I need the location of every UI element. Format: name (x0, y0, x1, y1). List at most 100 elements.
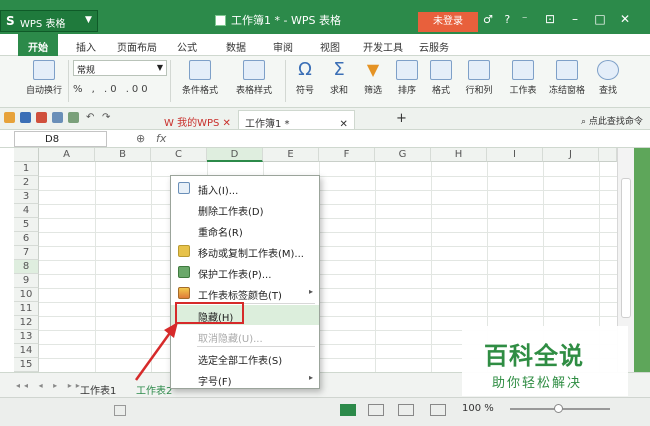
row-header[interactable]: 6 (14, 232, 39, 246)
name-box[interactable]: D8 (14, 131, 107, 147)
tab-home[interactable]: 开始 (18, 34, 58, 56)
sort-button[interactable]: 排序 (391, 60, 423, 96)
row-header[interactable]: 7 (14, 246, 39, 260)
export-pdf-icon[interactable] (36, 112, 47, 123)
menu-item-select-all-sheets[interactable]: 选定全部工作表(S) (171, 348, 319, 368)
row-header[interactable]: 9 (14, 274, 39, 288)
symbol-button[interactable]: Ω 符号 (289, 60, 321, 97)
close-icon[interactable]: ✕ (219, 118, 231, 129)
filter-button[interactable]: ▼ 筛选 (357, 60, 389, 96)
menu-item-rename[interactable]: 重命名(R) (171, 220, 319, 240)
minimize-icon[interactable]: – (565, 12, 585, 26)
row-header[interactable]: 2 (14, 176, 39, 190)
row-header-selected[interactable]: 8 (14, 260, 39, 274)
save-icon[interactable] (20, 112, 31, 123)
menu-item-protect[interactable]: 保护工作表(P)... (171, 262, 319, 282)
grid-line (39, 232, 617, 233)
tab-developer[interactable]: 开发工具 (363, 39, 403, 54)
tab-data[interactable]: 数据 (226, 39, 246, 54)
calendar-icon[interactable] (114, 405, 126, 416)
tab-workbook[interactable]: 工作簿1 * ✕ (238, 110, 355, 130)
reading-mode-icon[interactable] (430, 404, 446, 416)
page-break-view-icon[interactable] (368, 404, 384, 416)
close-icon[interactable]: ✕ (340, 119, 348, 130)
column-header-G[interactable]: G (375, 148, 431, 162)
scrollbar-thumb[interactable] (621, 178, 631, 318)
filter-icon: ▼ (366, 60, 380, 79)
redo-icon[interactable]: ↷ (102, 112, 114, 123)
select-all-corner[interactable] (14, 148, 39, 162)
column-header-F[interactable]: F (319, 148, 375, 162)
conditional-format-icon (189, 60, 211, 80)
column-header-A[interactable]: A (39, 148, 95, 162)
print-icon[interactable] (52, 112, 63, 123)
zoom-icon[interactable]: ⊕ (136, 132, 145, 145)
menu-item-tab-color[interactable]: 工作表标签颜色(T) ▸ (171, 283, 319, 303)
column-header-K[interactable] (599, 148, 617, 162)
freeze-panes-button[interactable]: 冻结窗格 (547, 60, 587, 96)
row-header[interactable]: 3 (14, 190, 39, 204)
tab-cloud[interactable]: 云服务 (419, 39, 449, 54)
row-header[interactable]: 13 (14, 330, 39, 344)
tab-page-layout[interactable]: 页面布局 (117, 39, 157, 54)
column-header-J[interactable]: J (543, 148, 599, 162)
new-tab-icon[interactable]: + (390, 110, 413, 129)
row-header[interactable]: 11 (14, 302, 39, 316)
formula-bar: D8 ⊕ fx (0, 130, 650, 148)
sum-button[interactable]: Σ 求和 (323, 60, 355, 97)
login-button[interactable]: 未登录 (418, 12, 478, 32)
row-header[interactable]: 5 (14, 218, 39, 232)
ribbon-tabs: 开始 插入 页面布局 公式 数据 审阅 视图 开发工具 云服务 (0, 34, 650, 56)
format-button[interactable]: 格式 (425, 60, 457, 96)
tab-review[interactable]: 审阅 (273, 39, 293, 54)
zoom-slider-handle[interactable] (554, 404, 563, 413)
sheet-tab-1[interactable]: 工作表1 (72, 379, 124, 398)
app-menu-button[interactable]: S WPS 表格 ▼ (0, 10, 98, 32)
restore-skin-icon[interactable]: ⊡ (540, 12, 560, 26)
tab-mywps[interactable]: W 我的WPS ✕ (158, 110, 237, 129)
table-style-button[interactable]: 表格样式 (228, 60, 280, 96)
number-format-select[interactable]: 常规 ▼ (73, 60, 167, 76)
column-header-D[interactable]: D (207, 148, 263, 162)
protect-icon (178, 266, 190, 278)
zoom-level[interactable]: 100 % (462, 403, 494, 414)
number-format-buttons[interactable]: % , .0 .00 (73, 84, 151, 95)
close-icon[interactable]: ✕ (615, 12, 635, 26)
wps-window: S WPS 表格 ▼ 工作簿1 * - WPS 表格 未登录 ♂ ? ⁻ ⊡ –… (0, 0, 650, 426)
grid-line (39, 176, 617, 177)
tab-formulas[interactable]: 公式 (177, 39, 197, 54)
row-header[interactable]: 4 (14, 204, 39, 218)
row-header[interactable]: 10 (14, 288, 39, 302)
wrap-text-button[interactable]: 自动换行 (22, 60, 66, 96)
column-header-B[interactable]: B (95, 148, 151, 162)
normal-view-icon[interactable] (340, 404, 356, 416)
menu-item-delete-sheet[interactable]: 删除工作表(D) (171, 199, 319, 219)
tab-insert[interactable]: 插入 (76, 39, 96, 54)
conditional-format-button[interactable]: 条件格式 (176, 60, 224, 96)
chevron-down-icon: ▼ (85, 15, 92, 25)
page-layout-view-icon[interactable] (398, 404, 414, 416)
row-header[interactable]: 12 (14, 316, 39, 330)
maximize-icon[interactable]: □ (590, 12, 610, 26)
menu-item-insert[interactable]: 插入(I)... (171, 178, 319, 198)
rows-columns-button[interactable]: 行和列 (459, 60, 499, 96)
row-header[interactable]: 1 (14, 162, 39, 176)
grid-line (431, 162, 432, 372)
column-header-H[interactable]: H (431, 148, 487, 162)
column-header-I[interactable]: I (487, 148, 543, 162)
command-search[interactable]: ⌕ 点此查找命令 (575, 110, 649, 129)
fx-button[interactable]: fx (156, 132, 166, 145)
worksheet-button[interactable]: 工作表 (503, 60, 543, 96)
column-header-E[interactable]: E (263, 148, 319, 162)
preview-icon[interactable] (68, 112, 79, 123)
column-header-C[interactable]: C (151, 148, 207, 162)
menu-item-move-copy[interactable]: 移动或复制工作表(M)... (171, 241, 319, 261)
menu-item-font-size[interactable]: 字号(F) ▸ (171, 369, 319, 389)
row-header[interactable]: 15 (14, 358, 39, 372)
open-icon[interactable] (4, 112, 15, 123)
find-button[interactable]: 查找 (592, 60, 624, 96)
title-toolbar-icons[interactable]: ♂ ? ⁻ (483, 13, 532, 26)
undo-icon[interactable]: ↶ (86, 112, 98, 123)
tab-view[interactable]: 视图 (320, 39, 340, 54)
row-header[interactable]: 14 (14, 344, 39, 358)
